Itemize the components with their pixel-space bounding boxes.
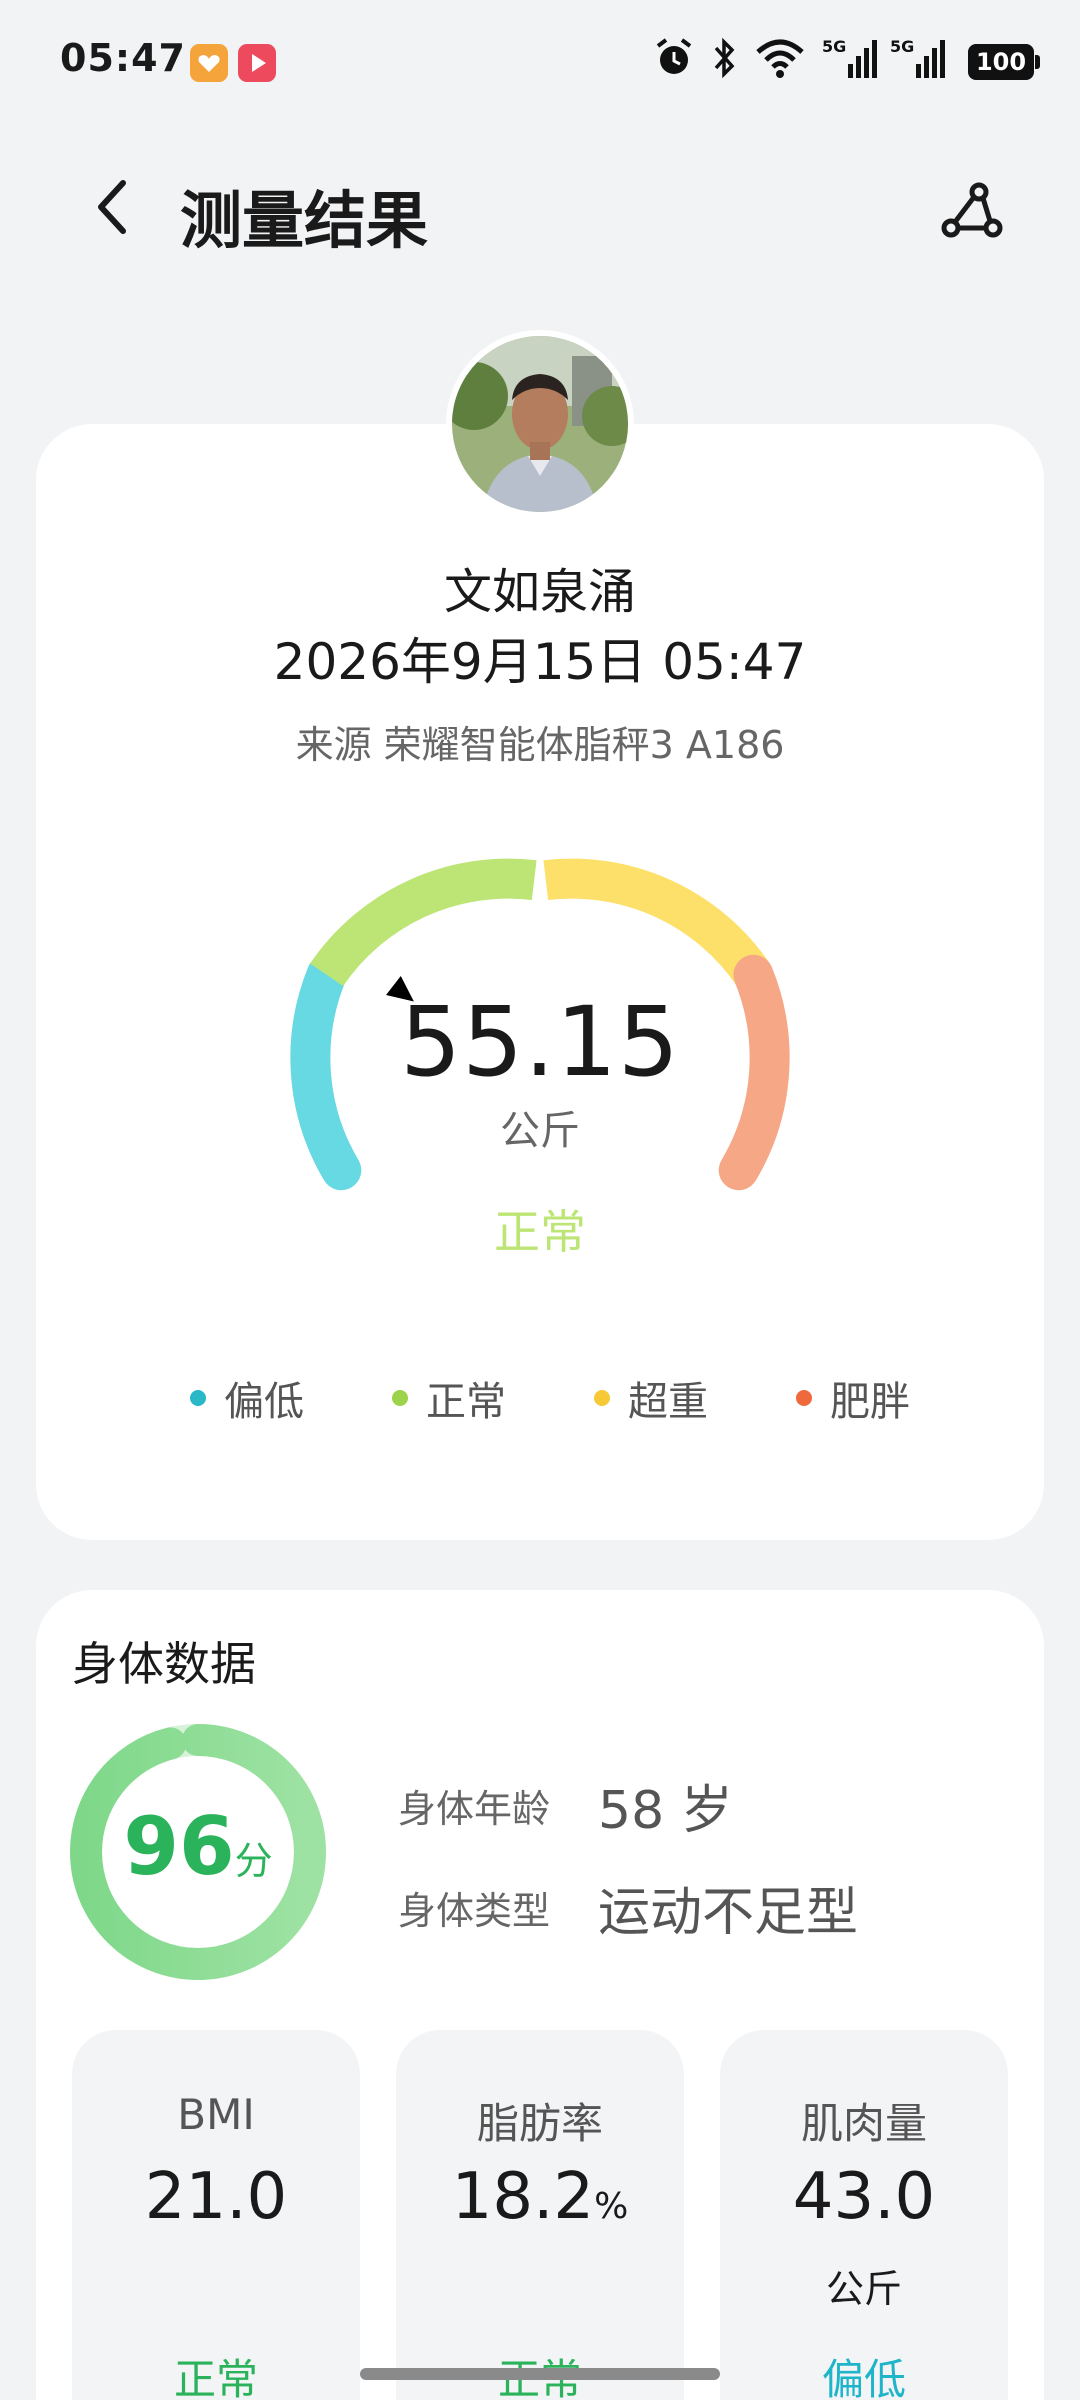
metric-status: 偏低: [821, 2355, 906, 2400]
weight-value: 55.15: [400, 986, 680, 1098]
svg-text:5G: 5G: [890, 37, 914, 56]
source-device: 来源 荣耀智能体脂秤3 A186: [295, 723, 785, 767]
share-icon: [941, 182, 1003, 238]
share-button[interactable]: [934, 172, 1010, 248]
body-age-label: 身体年龄: [398, 1787, 551, 1831]
bluetooth-icon: [714, 37, 735, 79]
measure-datetime: 2026年9月15日 05:47: [273, 633, 807, 691]
metric-tile-fat-rate[interactable]: 脂肪率 18.2% 正常: [396, 2030, 684, 2400]
weight-status: 正常: [494, 1205, 586, 1259]
body-type-label: 身体类型: [398, 1889, 551, 1933]
metric-status: 正常: [173, 2355, 258, 2400]
section-title: 身体数据: [72, 1637, 256, 1691]
score-unit: 分: [234, 1839, 273, 1883]
user-name: 文如泉涌: [443, 564, 636, 620]
status-bar: 05:47 5G 5G 100: [0, 0, 1080, 120]
metric-tile-bmi[interactable]: BMI 21.0 正常: [72, 2030, 360, 2400]
metric-unit: 公斤: [825, 2267, 902, 2311]
header: 测量结果: [0, 150, 1080, 270]
body-age-value: 58 岁: [598, 1781, 733, 1841]
signal-5g-icon: 5G: [822, 37, 877, 78]
legend-item-overweight: 超重: [594, 1369, 708, 1427]
avatar[interactable]: [446, 330, 634, 518]
video-app-icon: [238, 44, 276, 82]
metric-value: 18.2%: [451, 2160, 629, 2234]
user-photo: [452, 336, 628, 512]
svg-text:5G: 5G: [822, 37, 846, 56]
metric-tile-muscle[interactable]: 肌肉量 43.0 公斤 偏低: [720, 2030, 1008, 2400]
metric-label: 脂肪率: [476, 2099, 603, 2148]
status-icons: 5G 5G 100: [654, 36, 1040, 88]
legend-item-low: 偏低: [190, 1369, 304, 1427]
legend-dot: [796, 1390, 812, 1406]
signal-5g-icon: 5G: [890, 37, 945, 78]
battery-indicator: 100: [968, 44, 1040, 80]
legend-dot: [594, 1390, 610, 1406]
metric-label: BMI: [177, 2090, 255, 2139]
metric-value: 21.0: [144, 2160, 288, 2234]
body-type-value: 运动不足型: [598, 1883, 859, 1943]
alarm-icon: [656, 38, 692, 74]
legend-dot: [190, 1390, 206, 1406]
wifi-icon: [756, 39, 804, 78]
home-indicator[interactable]: [360, 2368, 720, 2380]
weight-unit: 公斤: [500, 1108, 580, 1154]
legend-dot: [392, 1390, 408, 1406]
page-title: 测量结果: [180, 184, 429, 257]
app-notification-icon: [190, 44, 228, 82]
score-value: 96: [123, 1800, 235, 1893]
legend-label: 正常: [426, 1379, 506, 1425]
metric-value: 43.0: [792, 2160, 936, 2234]
metric-label: 肌肉量: [800, 2099, 927, 2148]
back-arrow-icon: [98, 180, 126, 234]
status-time: 05:47: [60, 36, 186, 80]
legend-item-normal: 正常: [392, 1369, 506, 1427]
legend-item-obese: 肥胖: [796, 1369, 910, 1427]
legend-label: 肥胖: [830, 1379, 910, 1425]
legend-label: 偏低: [224, 1379, 304, 1425]
gauge-segment-normal: [310, 858, 537, 987]
gauge-segment-overweight: [543, 858, 770, 987]
legend-label: 超重: [628, 1379, 708, 1425]
body-score: 96分: [70, 1800, 326, 1893]
back-button[interactable]: [78, 172, 148, 242]
weight-legend: 偏低 正常 超重 肥胖: [190, 1368, 910, 1428]
